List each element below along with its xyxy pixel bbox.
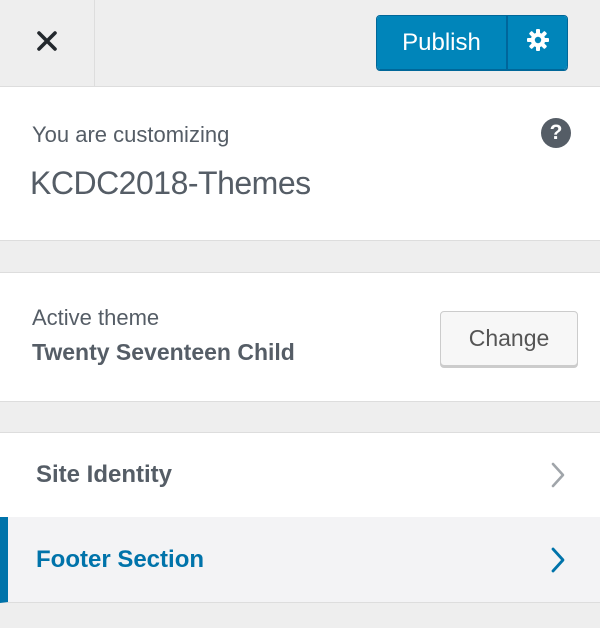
active-theme-label: Active theme bbox=[32, 305, 160, 330]
publish-button-group: Publish bbox=[376, 15, 568, 70]
close-icon bbox=[36, 30, 58, 57]
publish-button[interactable]: Publish bbox=[377, 16, 508, 69]
site-title: KCDC2018-Themes bbox=[30, 165, 311, 201]
active-theme-name: Twenty Seventeen Child bbox=[32, 339, 295, 365]
chevron-right-icon bbox=[548, 545, 568, 575]
section-item-label: Site Identity bbox=[36, 461, 173, 488]
section-item-footer-section[interactable]: Footer Section bbox=[0, 517, 600, 603]
customizing-label: You are customizing bbox=[32, 122, 230, 147]
chevron-right-icon bbox=[548, 460, 568, 490]
customize-info-panel: You are customizing KCDC2018-Themes ? bbox=[0, 87, 600, 241]
change-theme-button[interactable]: Change bbox=[440, 311, 578, 366]
active-theme-panel: Active theme Twenty Seventeen Child Chan… bbox=[0, 272, 600, 402]
close-customizer-button[interactable] bbox=[0, 0, 95, 86]
publish-settings-button[interactable] bbox=[508, 16, 567, 69]
section-item-site-identity[interactable]: Site Identity bbox=[0, 432, 600, 518]
section-item-label: Footer Section bbox=[36, 545, 205, 573]
help-icon[interactable]: ? bbox=[541, 118, 571, 148]
gear-icon bbox=[526, 28, 550, 57]
customizer-header: Publish bbox=[0, 0, 600, 87]
